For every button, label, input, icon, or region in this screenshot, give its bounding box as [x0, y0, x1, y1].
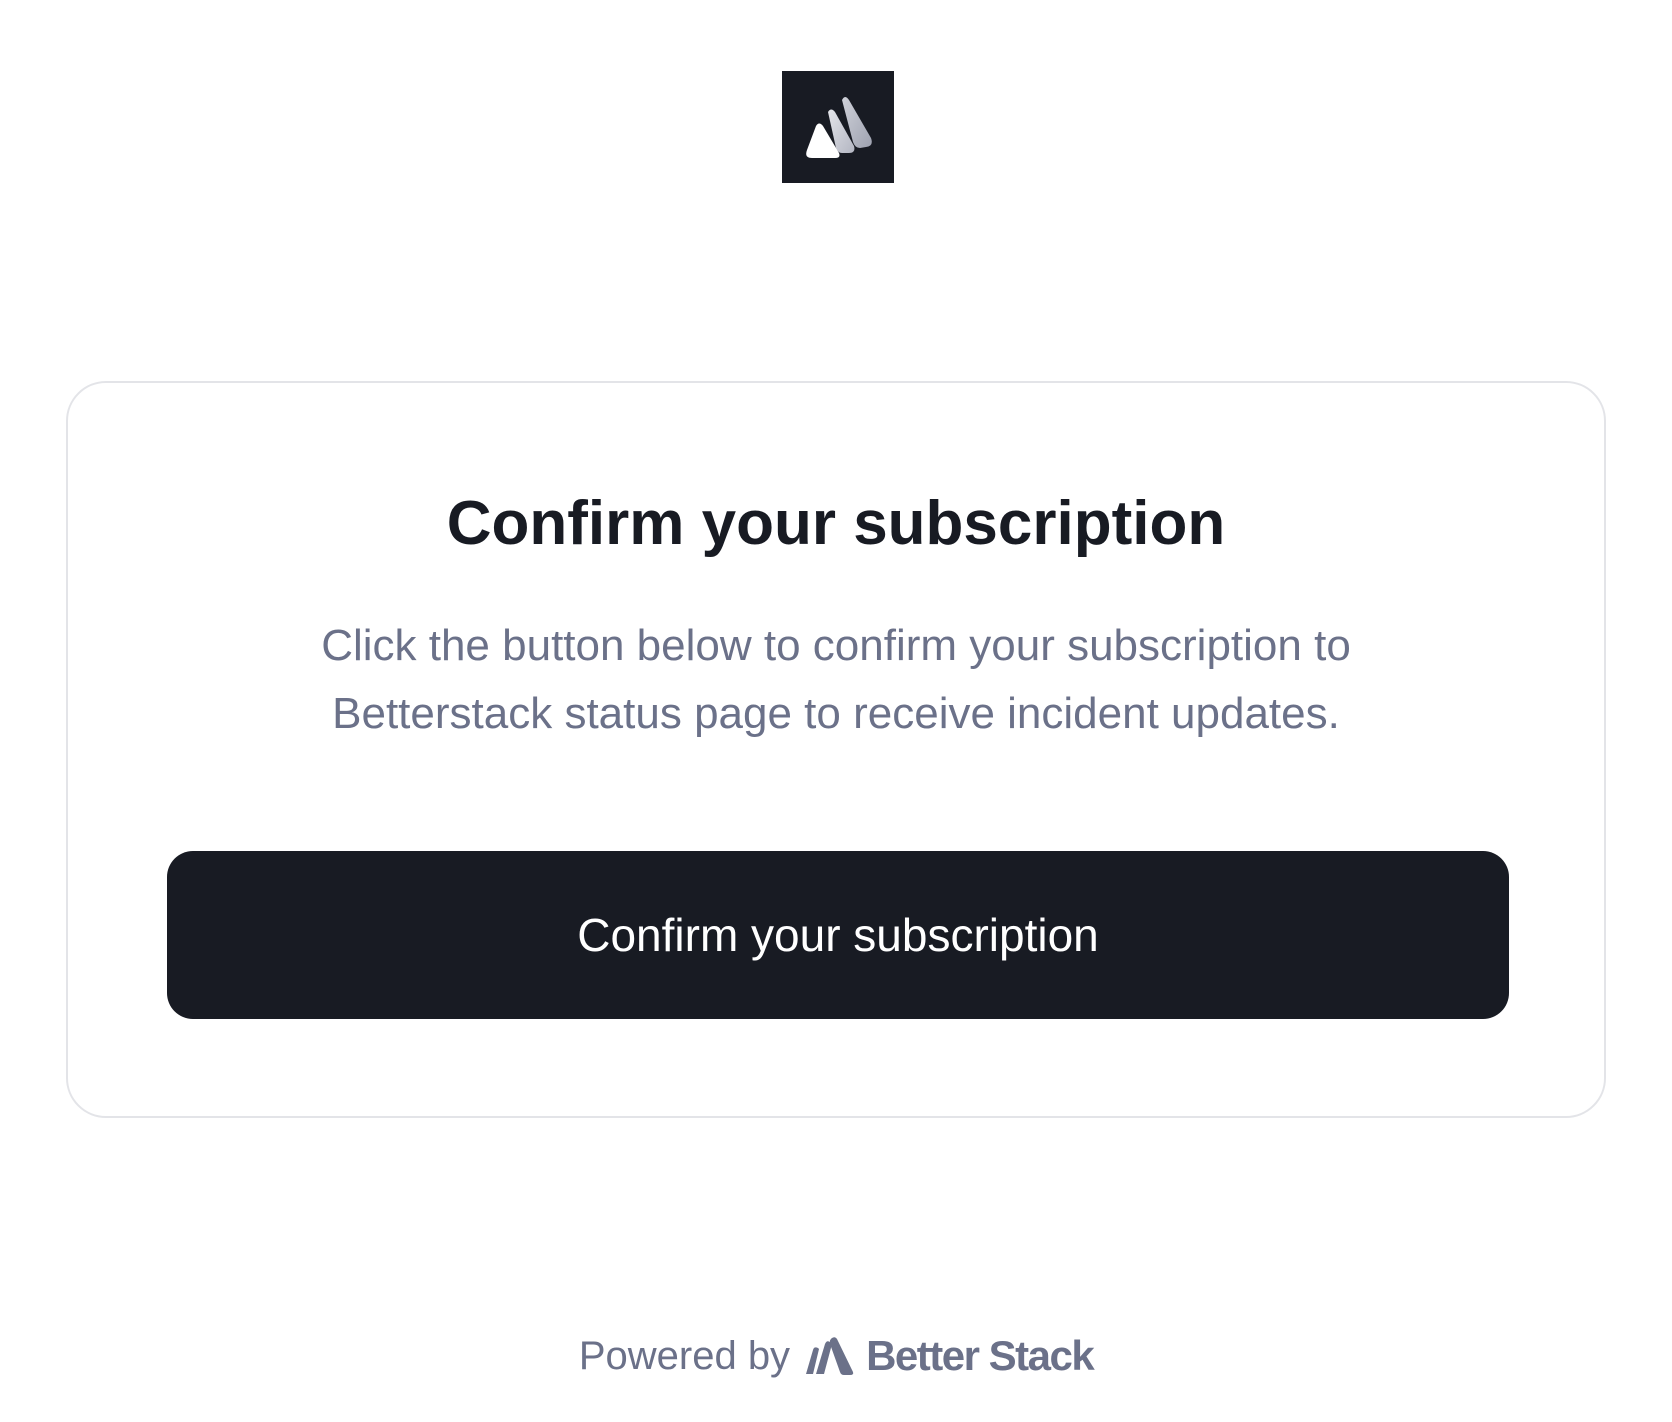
betterstack-icon [806, 1337, 854, 1375]
confirm-subscription-button-label: Confirm your subscription [577, 909, 1099, 961]
brand-name: Better Stack [866, 1332, 1095, 1379]
powered-by-link[interactable]: Powered by Better Stack [0, 1330, 1672, 1382]
subscription-confirm-page: Confirm your subscription Click the butt… [0, 0, 1672, 1422]
confirm-subscription-button[interactable]: Confirm your subscription [167, 851, 1509, 1019]
betterstack-brand: Better Stack [804, 1332, 1095, 1380]
status-page-logo [782, 71, 894, 183]
page-title: Confirm your subscription [446, 489, 1226, 558]
mountain-logo-icon [806, 97, 872, 158]
confirm-description: Click the button below to confirm your s… [321, 621, 1351, 738]
powered-by-text: Powered by [578, 1333, 791, 1378]
